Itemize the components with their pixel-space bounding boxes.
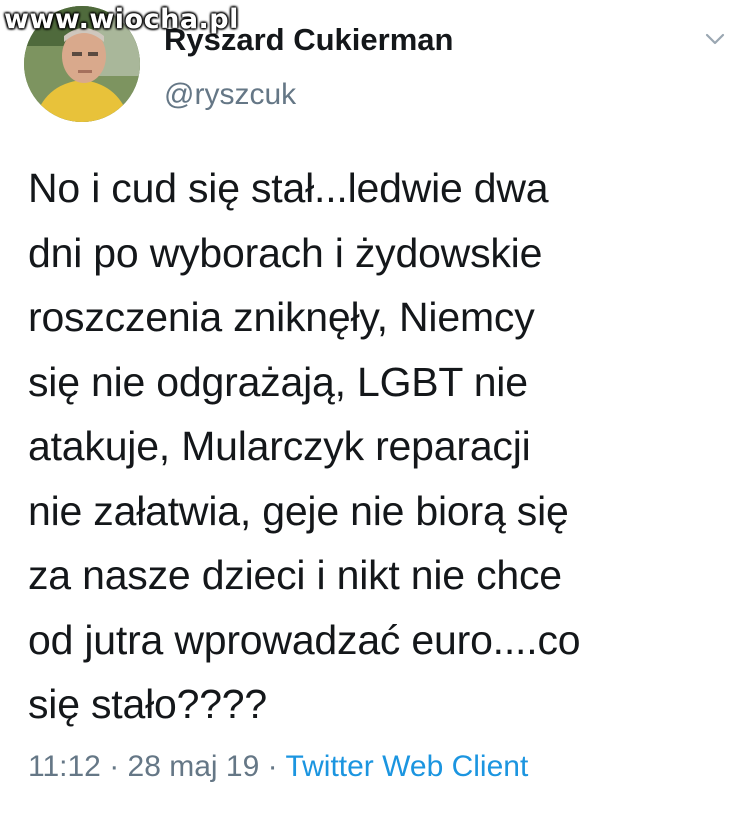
chevron-down-icon	[705, 33, 725, 45]
tweet-source-link[interactable]: Twitter Web Client	[285, 750, 528, 783]
tweet-time[interactable]: 11:12	[28, 750, 101, 783]
watermark-logo: www.wiocha.pl	[4, 4, 239, 35]
meta-separator: ·	[267, 750, 278, 783]
tweet-meta: 11:12 · 28 maj 19 · Twitter Web Client	[28, 750, 528, 784]
tweet-text: No i cud się stał...ledwie dwa dni po wy…	[28, 165, 581, 727]
more-options-button[interactable]	[702, 26, 728, 52]
tweet-date[interactable]: 28 maj 19	[128, 750, 260, 783]
user-handle[interactable]: @ryszcuk	[164, 78, 296, 112]
meta-separator: ·	[109, 750, 120, 783]
